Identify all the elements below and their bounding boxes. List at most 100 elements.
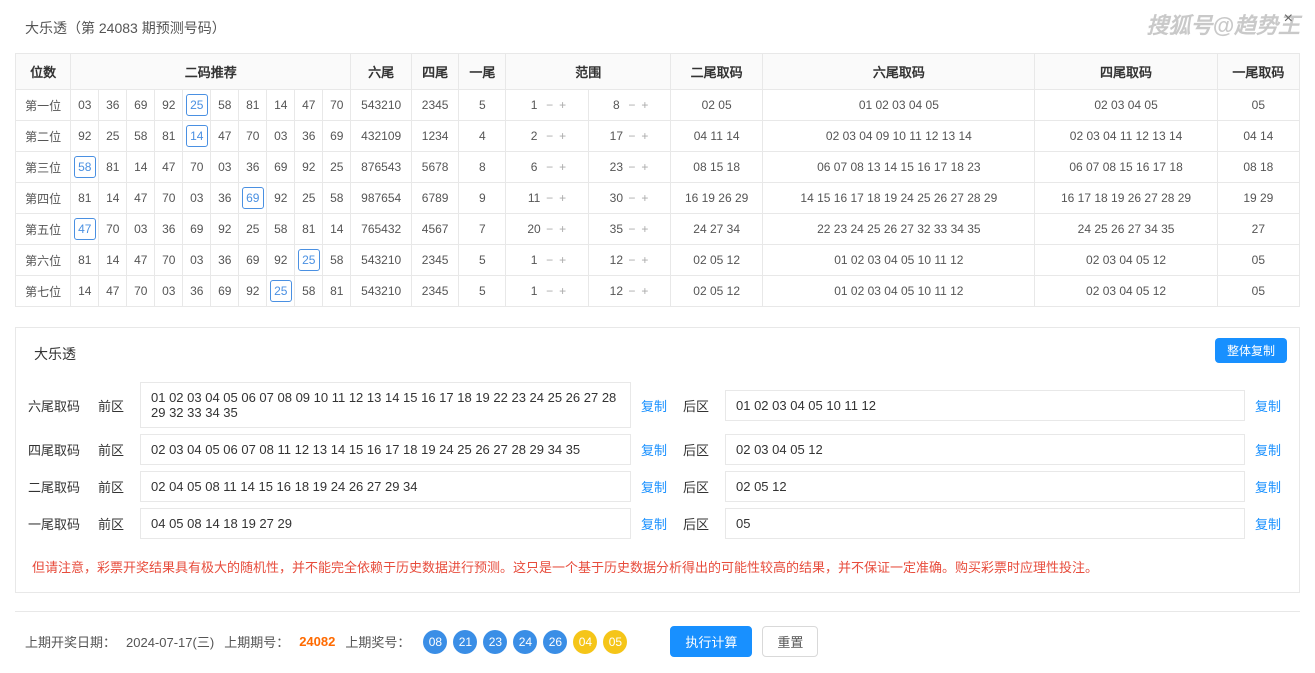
code-cell[interactable]: 25	[99, 121, 127, 152]
code-cell[interactable]: 69	[323, 121, 351, 152]
code-cell[interactable]: 36	[99, 90, 127, 121]
code-cell[interactable]: 03	[183, 245, 211, 276]
code-cell[interactable]: 03	[71, 90, 99, 121]
plus-icon[interactable]: +	[638, 284, 651, 298]
copy-all-button[interactable]: 整体复制	[1215, 338, 1287, 363]
code-cell[interactable]: 47	[127, 183, 155, 214]
front-value[interactable]: 02 03 04 05 06 07 08 11 12 13 14 15 16 1…	[140, 434, 631, 465]
code-cell[interactable]: 03	[127, 214, 155, 245]
copy-button[interactable]: 复制	[641, 477, 673, 496]
code-cell[interactable]: 70	[239, 121, 267, 152]
minus-icon[interactable]: −	[543, 160, 556, 174]
code-cell[interactable]: 36	[295, 121, 323, 152]
copy-button[interactable]: 复制	[1255, 440, 1287, 459]
plus-icon[interactable]: +	[638, 160, 651, 174]
code-cell[interactable]: 81	[239, 90, 267, 121]
code-cell[interactable]: 92	[71, 121, 99, 152]
plus-icon[interactable]: +	[556, 222, 569, 236]
code-cell[interactable]: 69	[183, 214, 211, 245]
code-cell[interactable]: 58	[323, 245, 351, 276]
code-cell[interactable]: 58	[323, 183, 351, 214]
copy-button[interactable]: 复制	[1255, 477, 1287, 496]
code-cell[interactable]: 81	[71, 183, 99, 214]
code-cell[interactable]: 03	[183, 183, 211, 214]
code-cell[interactable]: 70	[183, 152, 211, 183]
front-value[interactable]: 02 04 05 08 11 14 15 16 18 19 24 26 27 2…	[140, 471, 631, 502]
code-cell[interactable]: 14	[99, 245, 127, 276]
code-cell[interactable]: 92	[267, 245, 295, 276]
code-cell[interactable]: 81	[295, 214, 323, 245]
code-cell[interactable]: 47	[295, 90, 323, 121]
code-cell[interactable]: 58	[295, 276, 323, 307]
code-cell[interactable]: 47	[155, 152, 183, 183]
minus-icon[interactable]: −	[625, 191, 638, 205]
plus-icon[interactable]: +	[556, 129, 569, 143]
code-cell[interactable]: 92	[239, 276, 267, 307]
code-cell[interactable]: 69	[239, 245, 267, 276]
copy-button[interactable]: 复制	[1255, 396, 1287, 415]
front-value[interactable]: 01 02 03 04 05 06 07 08 09 10 11 12 13 1…	[140, 382, 631, 428]
copy-button[interactable]: 复制	[1255, 514, 1287, 533]
plus-icon[interactable]: +	[638, 253, 651, 267]
code-cell[interactable]: 25	[239, 214, 267, 245]
code-cell[interactable]: 36	[183, 276, 211, 307]
code-cell[interactable]: 14	[71, 276, 99, 307]
code-cell[interactable]: 92	[267, 183, 295, 214]
code-cell[interactable]: 69	[267, 152, 295, 183]
code-cell[interactable]: 14	[323, 214, 351, 245]
code-cell[interactable]: 69	[239, 183, 267, 214]
plus-icon[interactable]: +	[638, 222, 651, 236]
code-cell[interactable]: 36	[211, 183, 239, 214]
code-cell[interactable]: 58	[267, 214, 295, 245]
code-cell[interactable]: 47	[127, 245, 155, 276]
code-cell[interactable]: 25	[267, 276, 295, 307]
back-value[interactable]: 01 02 03 04 05 10 11 12	[725, 390, 1245, 421]
code-cell[interactable]: 03	[211, 152, 239, 183]
code-cell[interactable]: 69	[211, 276, 239, 307]
code-cell[interactable]: 36	[239, 152, 267, 183]
code-cell[interactable]: 25	[183, 90, 211, 121]
minus-icon[interactable]: −	[543, 253, 556, 267]
code-cell[interactable]: 25	[295, 183, 323, 214]
code-cell[interactable]: 81	[99, 152, 127, 183]
code-cell[interactable]: 58	[71, 152, 99, 183]
minus-icon[interactable]: −	[625, 129, 638, 143]
code-cell[interactable]: 92	[211, 214, 239, 245]
code-cell[interactable]: 03	[155, 276, 183, 307]
plus-icon[interactable]: +	[638, 129, 651, 143]
copy-button[interactable]: 复制	[641, 396, 673, 415]
code-cell[interactable]: 03	[267, 121, 295, 152]
code-cell[interactable]: 25	[295, 245, 323, 276]
reset-button[interactable]: 重置	[762, 626, 818, 657]
minus-icon[interactable]: −	[543, 284, 556, 298]
minus-icon[interactable]: −	[625, 160, 638, 174]
code-cell[interactable]: 81	[155, 121, 183, 152]
code-cell[interactable]: 14	[127, 152, 155, 183]
front-value[interactable]: 04 05 08 14 18 19 27 29	[140, 508, 631, 539]
code-cell[interactable]: 14	[99, 183, 127, 214]
minus-icon[interactable]: −	[625, 222, 638, 236]
plus-icon[interactable]: +	[556, 191, 569, 205]
code-cell[interactable]: 47	[211, 121, 239, 152]
copy-button[interactable]: 复制	[641, 440, 673, 459]
code-cell[interactable]: 58	[211, 90, 239, 121]
code-cell[interactable]: 81	[71, 245, 99, 276]
code-cell[interactable]: 92	[155, 90, 183, 121]
plus-icon[interactable]: +	[556, 160, 569, 174]
code-cell[interactable]: 70	[99, 214, 127, 245]
code-cell[interactable]: 81	[323, 276, 351, 307]
code-cell[interactable]: 36	[211, 245, 239, 276]
copy-button[interactable]: 复制	[641, 514, 673, 533]
minus-icon[interactable]: −	[625, 284, 638, 298]
back-value[interactable]: 02 05 12	[725, 471, 1245, 502]
plus-icon[interactable]: +	[638, 98, 651, 112]
code-cell[interactable]: 69	[127, 90, 155, 121]
code-cell[interactable]: 47	[71, 214, 99, 245]
plus-icon[interactable]: +	[556, 98, 569, 112]
plus-icon[interactable]: +	[556, 253, 569, 267]
plus-icon[interactable]: +	[638, 191, 651, 205]
minus-icon[interactable]: −	[543, 129, 556, 143]
minus-icon[interactable]: −	[543, 191, 556, 205]
back-value[interactable]: 05	[725, 508, 1245, 539]
minus-icon[interactable]: −	[625, 253, 638, 267]
